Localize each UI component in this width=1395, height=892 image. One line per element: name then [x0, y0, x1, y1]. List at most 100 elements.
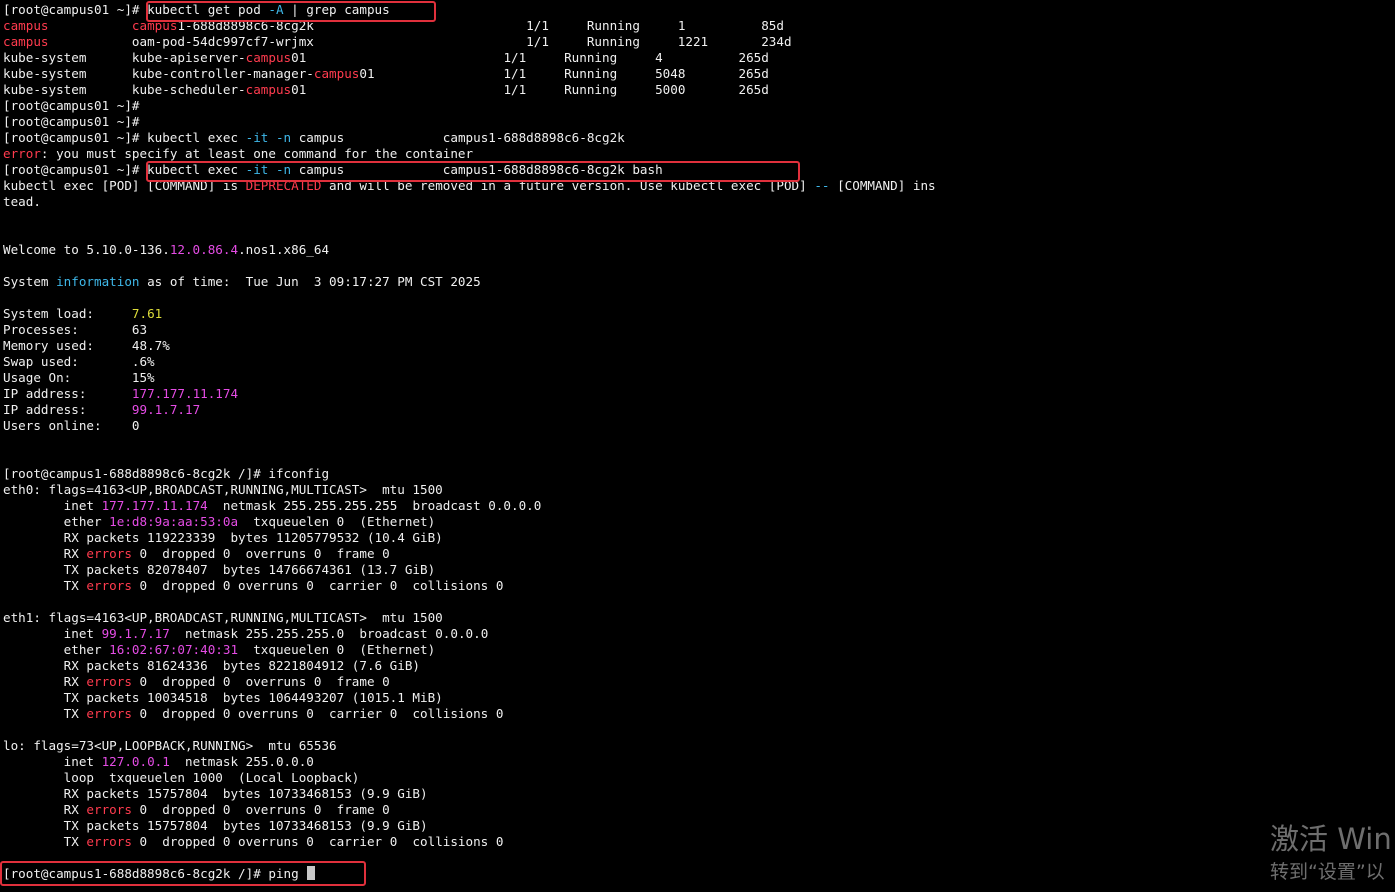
terminal-text-segment: RX packets 81624336 bytes 8221804912 (7.…: [3, 658, 421, 673]
terminal-line: [root@campus01 ~]#: [3, 114, 139, 130]
terminal-text-segment: kube-system kube-scheduler-: [3, 82, 246, 97]
terminal-text-segment: 177.177.11.174: [131, 386, 239, 401]
terminal-line: loop txqueuelen 1000 (Local Loopback): [3, 770, 360, 786]
terminal-line: kube-system kube-scheduler-campus01 1/1 …: [3, 82, 769, 98]
terminal-line: TX packets 10034518 bytes 1064493207 (10…: [3, 690, 443, 706]
terminal-line: error: you must specify at least one com…: [3, 146, 473, 162]
terminal-text-segment: TX: [3, 578, 87, 593]
terminal-text-segment: RX: [3, 546, 87, 561]
terminal-text-segment: 0 dropped 0 overruns 0 carrier 0 collisi…: [131, 578, 504, 593]
terminal-text-segment: 12.0.86.4: [169, 242, 239, 257]
terminal-line: System load: 7.61: [3, 306, 162, 322]
terminal-line: RX errors 0 dropped 0 overruns 0 frame 0: [3, 674, 390, 690]
terminal-text-segment: RX packets 119223339 bytes 11205779532 (…: [3, 530, 443, 545]
terminal-line: kube-system kube-apiserver-campus01 1/1 …: [3, 50, 769, 66]
terminal-text-segment: eth0: flags=4163<UP,BROADCAST,RUNNING,MU…: [3, 482, 443, 497]
terminal-line: Processes: 63: [3, 322, 147, 338]
terminal-text-segment: error: [3, 146, 41, 161]
terminal-text-segment: inet: [3, 498, 102, 513]
terminal-line: TX packets 82078407 bytes 14766674361 (1…: [3, 562, 436, 578]
terminal-text-segment: netmask 255.255.255.0 broadcast 0.0.0.0: [169, 626, 489, 641]
terminal-text-segment: eth1: flags=4163<UP,BROADCAST,RUNNING,MU…: [3, 610, 443, 625]
terminal-text-segment: errors: [86, 578, 132, 593]
terminal-line: tead.: [3, 194, 41, 210]
terminal-text-segment: Welcome to 5.10.0-136.: [3, 242, 170, 257]
terminal-text-segment: 0 dropped 0 overruns 0 carrier 0 collisi…: [131, 706, 504, 721]
terminal-text-segment: Users online: 0: [3, 418, 140, 433]
terminal-text-segment: loop txqueuelen 1000 (Local Loopback): [3, 770, 360, 785]
highlight-box-exec-bash-command: [146, 161, 800, 182]
terminal-text-segment: 0 dropped 0 overruns 0 frame 0: [131, 546, 390, 561]
terminal-line: System information as of time: Tue Jun 3…: [3, 274, 481, 290]
terminal-text-segment: : you must specify at least one command …: [40, 146, 474, 161]
terminal-text-segment: Processes: 63: [3, 322, 148, 337]
terminal-line: eth1: flags=4163<UP,BROADCAST,RUNNING,MU…: [3, 610, 443, 626]
terminal-line: eth0: flags=4163<UP,BROADCAST,RUNNING,MU…: [3, 482, 443, 498]
terminal-line: RX packets 81624336 bytes 8221804912 (7.…: [3, 658, 420, 674]
terminal-line: IP address: 177.177.11.174: [3, 386, 238, 402]
terminal-line: Users online: 0: [3, 418, 139, 434]
terminal-text-segment: System: [3, 274, 57, 289]
terminal-text-segment: TX packets 10034518 bytes 1064493207 (10…: [3, 690, 443, 705]
terminal-text-segment: 7.61: [131, 306, 163, 321]
terminal-text-segment: IP address:: [3, 386, 132, 401]
terminal-text-segment: inet: [3, 754, 102, 769]
terminal-text-segment: errors: [86, 674, 132, 689]
terminal-text-segment: [root@campus01 ~]#: [3, 114, 140, 129]
terminal-text-segment: 16:02:67:07:40:31: [109, 642, 239, 657]
terminal-text-segment: kube-system kube-apiserver-: [3, 50, 246, 65]
terminal-text-segment: 1e:d8:9a:aa:53:0a: [109, 514, 239, 529]
terminal-text-segment: IP address:: [3, 402, 132, 417]
terminal-line: Welcome to 5.10.0-136.12.0.86.4.nos1.x86…: [3, 242, 329, 258]
highlight-box-get-pod-command: [146, 1, 436, 22]
terminal-text-segment: as of time: Tue Jun 3 09:17:27 PM CST 20…: [139, 274, 481, 289]
terminal-line: TX errors 0 dropped 0 overruns 0 carrier…: [3, 578, 504, 594]
terminal-text-segment: lo: flags=73<UP,LOOPBACK,RUNNING> mtu 65…: [3, 738, 337, 753]
watermark-activate-text: 激活 Win: [1270, 822, 1392, 856]
terminal-text-segment: tead.: [3, 194, 41, 209]
terminal-text-segment: 01 1/1 Running 4 265d: [291, 50, 769, 65]
terminal-text-segment: [root@campus1-688d8898c6-8cg2k /]# ifcon…: [3, 466, 330, 481]
terminal-text-segment: RX: [3, 802, 87, 817]
terminal-text-segment: RX packets 15757804 bytes 10733468153 (9…: [3, 786, 428, 801]
terminal-text-segment: [root@campus01 ~]#: [3, 2, 148, 17]
terminal-line: RX errors 0 dropped 0 overruns 0 frame 0: [3, 546, 390, 562]
terminal-text-segment: campus: [3, 34, 49, 49]
terminal-line: campus oam-pod-54dc997cf7-wrjmx 1/1 Runn…: [3, 34, 792, 50]
terminal-text-segment: 99.1.7.17: [101, 626, 170, 641]
terminal-line: [root@campus01 ~]# kubectl exec -it -n c…: [3, 130, 625, 146]
terminal-text-segment: 177.177.11.174: [101, 498, 208, 513]
terminal-text-segment: Memory used: 48.7%: [3, 338, 170, 353]
terminal-text-segment: [root@campus01 ~]# kubectl exec: [3, 130, 246, 145]
terminal-text-segment: errors: [86, 834, 132, 849]
terminal-text-segment: TX packets 82078407 bytes 14766674361 (1…: [3, 562, 436, 577]
terminal-text-segment: 0 dropped 0 overruns 0 frame 0: [131, 674, 390, 689]
terminal-text-segment: Usage On: 15%: [3, 370, 155, 385]
terminal-text-segment: information: [56, 274, 140, 289]
terminal-line: RX errors 0 dropped 0 overruns 0 frame 0: [3, 802, 390, 818]
terminal-text-segment: errors: [86, 802, 132, 817]
terminal-text-segment: oam-pod-54dc997cf7-wrjmx 1/1 Running 122…: [48, 34, 792, 49]
terminal-line: ether 1e:d8:9a:aa:53:0a txqueuelen 0 (Et…: [3, 514, 436, 530]
terminal-text-segment: txqueuelen 0 (Ethernet): [238, 514, 436, 529]
terminal-line: [root@campus01 ~]#: [3, 98, 139, 114]
terminal-text-segment: -it -n: [245, 130, 292, 145]
terminal-text-segment: 127.0.0.1: [101, 754, 170, 769]
terminal-line: Swap used: .6%: [3, 354, 155, 370]
terminal-line: ether 16:02:67:07:40:31 txqueuelen 0 (Et…: [3, 642, 436, 658]
terminal-text-segment: netmask 255.255.255.255 broadcast 0.0.0.…: [207, 498, 542, 513]
terminal-text-segment: 01 1/1 Running 5000 265d: [291, 82, 769, 97]
terminal-line: IP address: 99.1.7.17: [3, 402, 200, 418]
terminal-line: inet 99.1.7.17 netmask 255.255.255.0 bro…: [3, 626, 489, 642]
terminal-text-segment: TX: [3, 834, 87, 849]
terminal-text-segment: [COMMAND] ins: [829, 178, 936, 193]
terminal-line: Usage On: 15%: [3, 370, 155, 386]
terminal-line: [root@campus1-688d8898c6-8cg2k /]# ifcon…: [3, 466, 329, 482]
terminal-text-segment: campus: [245, 50, 292, 65]
terminal-text-segment: 0 dropped 0 overruns 0 frame 0: [131, 802, 390, 817]
terminal-text-segment: 0 dropped 0 overruns 0 carrier 0 collisi…: [131, 834, 504, 849]
terminal-window[interactable]: [root@campus01 ~]# kubectl get pod -A | …: [3, 2, 1391, 892]
windows-activation-watermark: 激活 Win 转到“设置”以: [1270, 822, 1395, 892]
terminal-text-segment: RX: [3, 674, 87, 689]
